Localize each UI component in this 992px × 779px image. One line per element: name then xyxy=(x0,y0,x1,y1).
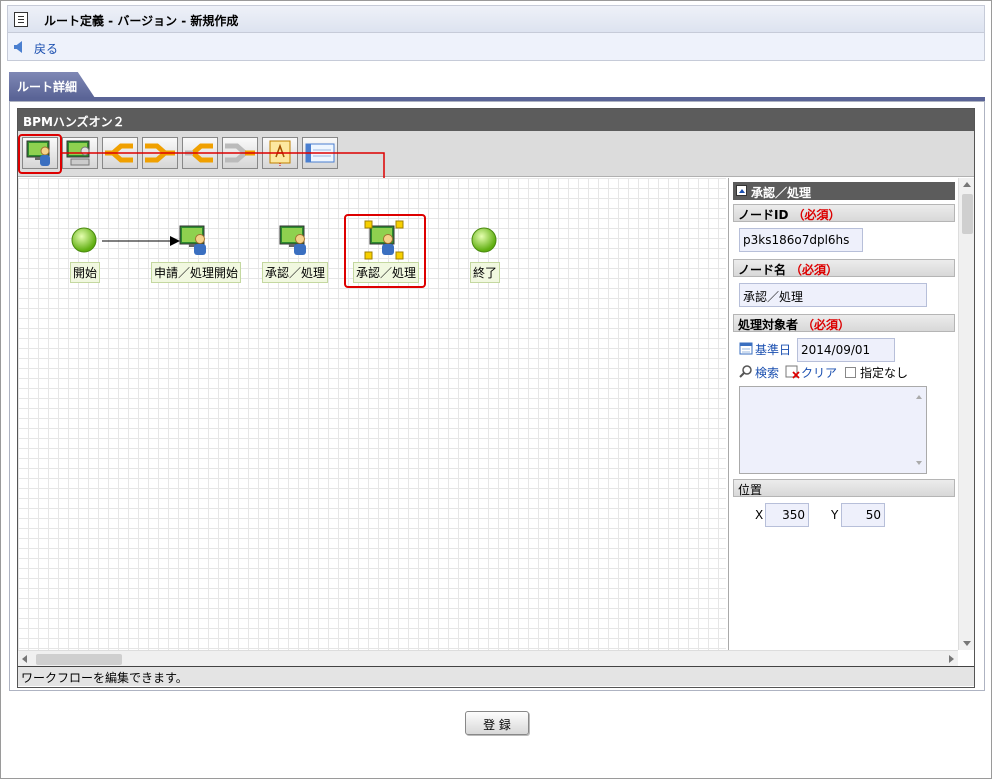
node-id-field[interactable]: p3ks186o7dpl6hs xyxy=(739,228,863,252)
required-mark: （必須） xyxy=(792,208,841,222)
node-name-field[interactable]: 承認／処理 xyxy=(739,283,927,307)
x-field[interactable]: 350 xyxy=(765,503,809,527)
base-date-link[interactable]: 基準日 xyxy=(755,341,791,358)
x-label: X xyxy=(755,508,764,522)
page-title: ルート定義 - バージョン - 新規作成 xyxy=(44,14,239,28)
y-field[interactable]: 50 xyxy=(841,503,885,527)
scroll-left-arrow-icon[interactable] xyxy=(22,655,27,663)
approve-node-selected-label: 承認／処理 xyxy=(353,262,420,283)
target-label: 処理対象者 xyxy=(738,318,799,332)
properties-title-text: 承認／処理 xyxy=(751,186,812,200)
properties-panel: 承認／処理 ノードID （必須） p3ks186o7dpl6hs ノード名 （必須）… xyxy=(728,178,958,650)
app-frame: ルート定義 - バージョン - 新規作成 戻る ルート詳細 BPMハンズオン２ xyxy=(0,0,992,779)
end-node-icon[interactable] xyxy=(470,226,498,254)
approve-node-label: 承認／処理 xyxy=(262,262,329,283)
scroll-up-icon[interactable] xyxy=(916,395,922,399)
scroll-down-arrow-icon[interactable] xyxy=(963,641,971,646)
back-arrow-icon[interactable] xyxy=(14,41,22,53)
status-bar: ワークフローを編集できます。 xyxy=(18,666,974,686)
horizontal-scrollbar[interactable] xyxy=(18,650,958,666)
approve-node-icon[interactable] xyxy=(278,224,310,256)
document-icon xyxy=(14,12,28,27)
apply-node-icon[interactable] xyxy=(178,224,210,256)
position-label: 位置 xyxy=(738,483,763,497)
required-mark: （必須） xyxy=(790,263,839,277)
nav-bar: 戻る xyxy=(7,33,985,61)
node-id-section: ノードID （必須） xyxy=(733,204,955,222)
no-target-label: 指定なし xyxy=(860,366,909,380)
calendar-icon[interactable] xyxy=(739,341,753,355)
workflow-toolbar xyxy=(18,131,974,246)
tab-route-detail[interactable]: ルート詳細 xyxy=(9,72,95,98)
clear-icon[interactable] xyxy=(785,365,801,379)
scroll-up-arrow-icon[interactable] xyxy=(963,182,971,187)
base-date-field[interactable]: 2014/09/01 xyxy=(797,338,895,362)
properties-title: 承認／処理 xyxy=(733,182,955,200)
approve-node-selected-icon[interactable] xyxy=(364,220,404,260)
no-target-checkbox[interactable] xyxy=(845,367,856,378)
workflow-canvas[interactable]: 開始 申請／処理開始 承認／処理 承認／処理 終了 xyxy=(18,178,726,650)
required-mark: （必須） xyxy=(802,318,851,332)
title-bar: ルート定義 - バージョン - 新規作成 xyxy=(7,5,985,33)
y-label: Y xyxy=(831,508,839,522)
scroll-right-arrow-icon[interactable] xyxy=(949,655,954,663)
connector-arrow[interactable] xyxy=(102,234,182,248)
start-node-icon[interactable] xyxy=(70,226,98,254)
clear-link[interactable]: クリア xyxy=(801,364,837,381)
start-node-label: 開始 xyxy=(70,262,101,283)
horizontal-scroll-thumb[interactable] xyxy=(36,654,122,665)
position-section: 位置 xyxy=(733,479,955,497)
collapse-icon[interactable] xyxy=(736,185,747,196)
search-icon[interactable] xyxy=(739,365,753,379)
back-link[interactable]: 戻る xyxy=(34,40,58,57)
scroll-down-icon[interactable] xyxy=(916,461,922,465)
workflow-name: BPMハンズオン２ xyxy=(18,109,974,131)
vertical-scroll-thumb[interactable] xyxy=(962,194,973,234)
vertical-scrollbar[interactable] xyxy=(958,178,974,650)
target-list[interactable] xyxy=(739,386,927,474)
node-name-section: ノード名 （必須） xyxy=(733,259,955,277)
search-link[interactable]: 検索 xyxy=(755,364,779,381)
node-id-label: ノードID xyxy=(738,208,789,222)
end-node-label: 終了 xyxy=(470,262,501,283)
node-name-label: ノード名 xyxy=(738,263,787,277)
apply-node-label: 申請／処理開始 xyxy=(151,262,242,283)
target-section: 処理対象者 （必須） xyxy=(733,314,955,332)
register-button[interactable]: 登 録 xyxy=(465,711,529,735)
workflow-editor: BPMハンズオン２ 開始 申請／処理開始 承認／処理 承認／処理 終了 承認／処… xyxy=(17,108,975,688)
